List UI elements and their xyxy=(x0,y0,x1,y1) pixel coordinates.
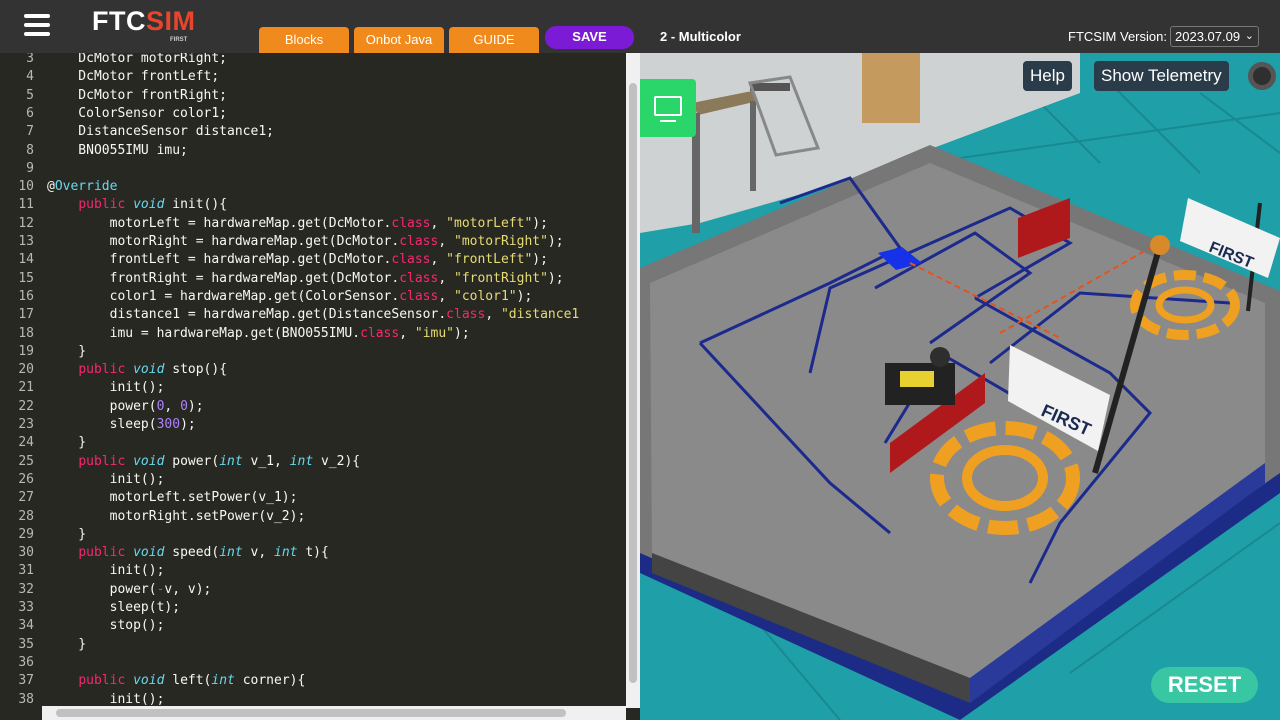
show-telemetry-button[interactable]: Show Telemetry xyxy=(1094,61,1229,91)
line-number: 22 xyxy=(18,398,34,414)
editor-horizontal-scrollbar[interactable] xyxy=(42,706,626,720)
line-number: 38 xyxy=(18,691,34,707)
code-text[interactable]: power(0, 0); xyxy=(47,398,204,416)
line-number: 23 xyxy=(18,417,34,432)
line-number: 30 xyxy=(18,545,34,561)
line-number: 4 xyxy=(26,69,34,85)
line-number: 12 xyxy=(18,215,34,231)
code-text[interactable]: motorLeft = hardwareMap.get(DcMotor.clas… xyxy=(47,215,548,233)
code-text[interactable]: DcMotor motorRight; xyxy=(47,53,227,68)
code-text[interactable]: DcMotor frontRight; xyxy=(47,87,227,105)
line-number: 15 xyxy=(18,270,34,286)
code-text[interactable]: public void init(){ xyxy=(47,196,227,214)
logo-sub: FIRST xyxy=(170,37,188,43)
code-text[interactable]: sleep(t); xyxy=(47,599,180,617)
code-text[interactable]: motorRight.setPower(v_2); xyxy=(47,508,306,526)
version-select[interactable]: 2023.07.09 ⌄ xyxy=(1170,26,1259,47)
tab-blocks[interactable]: Blocks xyxy=(259,27,349,53)
line-number: 26 xyxy=(18,471,34,487)
code-text[interactable]: BNO055IMU imu; xyxy=(47,142,188,160)
tab-guide[interactable]: GUIDE xyxy=(449,27,539,53)
help-button[interactable]: Help xyxy=(1023,61,1072,91)
program-name: 2 - Multicolor xyxy=(660,29,741,44)
line-number: 7 xyxy=(26,124,34,140)
hamburger-menu-icon[interactable] xyxy=(24,14,50,36)
line-number: 11 xyxy=(18,197,34,213)
line-number: 35 xyxy=(18,636,34,652)
line-number: 19 xyxy=(18,343,34,359)
line-number: 28 xyxy=(18,508,34,524)
code-text[interactable]: init(); xyxy=(47,471,165,489)
code-text[interactable]: DistanceSensor distance1; xyxy=(47,123,274,141)
reset-button[interactable]: RESET xyxy=(1151,667,1258,703)
top-bar: FTCSIM FIRST Blocks Onbot Java GUIDE SAV… xyxy=(0,0,1280,53)
line-number: 9 xyxy=(26,160,34,176)
ftcsim-logo: FTCSIM FIRST xyxy=(92,6,196,48)
version-label: FTCSIM Version: xyxy=(1068,29,1167,44)
code-text[interactable]: power(-v, v); xyxy=(47,581,212,599)
camera-view-icon[interactable] xyxy=(640,79,696,137)
line-number: 6 xyxy=(26,105,34,121)
line-number: 20 xyxy=(18,362,34,378)
line-number: 8 xyxy=(26,142,34,158)
code-text[interactable]: } xyxy=(47,343,86,361)
simulator-viewport[interactable]: FIRST FIRST Help Show Telemetry RESET xyxy=(640,53,1280,720)
field-scene: FIRST FIRST xyxy=(640,53,1280,720)
code-text[interactable]: } xyxy=(47,636,86,654)
line-number: 36 xyxy=(18,654,34,670)
code-text[interactable]: ColorSensor color1; xyxy=(47,105,227,123)
tab-onbot-java[interactable]: Onbot Java xyxy=(354,27,444,53)
gear-icon[interactable] xyxy=(1248,62,1276,90)
code-text[interactable]: init(); xyxy=(47,562,165,580)
line-number: 18 xyxy=(18,325,34,341)
line-number: 29 xyxy=(18,526,34,542)
code-text[interactable]: @Override xyxy=(47,178,117,196)
chevron-down-icon: ⌄ xyxy=(1244,30,1254,42)
line-number: 33 xyxy=(18,600,34,615)
code-text[interactable]: motorLeft.setPower(v_1); xyxy=(47,489,298,507)
line-number: 14 xyxy=(18,252,34,268)
line-number: 25 xyxy=(18,453,34,469)
line-number: 31 xyxy=(18,563,34,579)
line-number: 5 xyxy=(26,87,34,103)
line-number: 13 xyxy=(18,234,34,249)
code-text[interactable]: } xyxy=(47,526,86,544)
code-text[interactable]: public void left(int corner){ xyxy=(47,672,305,690)
logo-ftc: FTC xyxy=(92,6,146,36)
code-text[interactable]: sleep(300); xyxy=(47,416,196,434)
editor-vertical-scrollbar[interactable] xyxy=(626,53,640,708)
code-text[interactable]: motorRight = hardwareMap.get(DcMotor.cla… xyxy=(47,233,564,251)
save-button[interactable]: SAVE xyxy=(545,26,634,49)
line-number: 21 xyxy=(18,380,34,396)
code-text[interactable]: public void speed(int v, int t){ xyxy=(47,544,329,562)
logo-sim: SIM xyxy=(145,6,196,36)
line-number: 3 xyxy=(26,53,34,66)
line-number: 34 xyxy=(18,618,34,634)
line-number: 10 xyxy=(18,179,34,195)
code-text[interactable]: public void stop(){ xyxy=(47,361,227,379)
code-editor[interactable]: 3 DcMotor motorRight; 4 DcMotor frontLeft… xyxy=(0,53,640,720)
line-number: 17 xyxy=(18,307,34,323)
code-text[interactable]: public void power(int v_1, int v_2){ xyxy=(47,453,360,471)
code-text[interactable]: distance1 = hardwareMap.get(DistanceSens… xyxy=(47,306,580,324)
line-number: 24 xyxy=(18,435,34,451)
code-text[interactable]: DcMotor frontLeft; xyxy=(47,68,219,86)
code-text[interactable]: frontRight = hardwareMap.get(DcMotor.cla… xyxy=(47,270,564,288)
code-text[interactable]: init(); xyxy=(47,379,165,397)
code-text[interactable]: color1 = hardwareMap.get(ColorSensor.cla… xyxy=(47,288,533,306)
code-text[interactable]: stop(); xyxy=(47,617,165,635)
code-text[interactable]: frontLeft = hardwareMap.get(DcMotor.clas… xyxy=(47,251,548,269)
line-number: 16 xyxy=(18,288,34,304)
version-value: 2023.07.09 xyxy=(1175,29,1241,44)
code-text[interactable]: imu = hardwareMap.get(BNO055IMU.class, "… xyxy=(47,325,470,343)
line-number: 32 xyxy=(18,581,34,597)
code-text[interactable]: } xyxy=(47,434,86,452)
line-number: 27 xyxy=(18,490,34,506)
line-number: 37 xyxy=(18,673,34,689)
